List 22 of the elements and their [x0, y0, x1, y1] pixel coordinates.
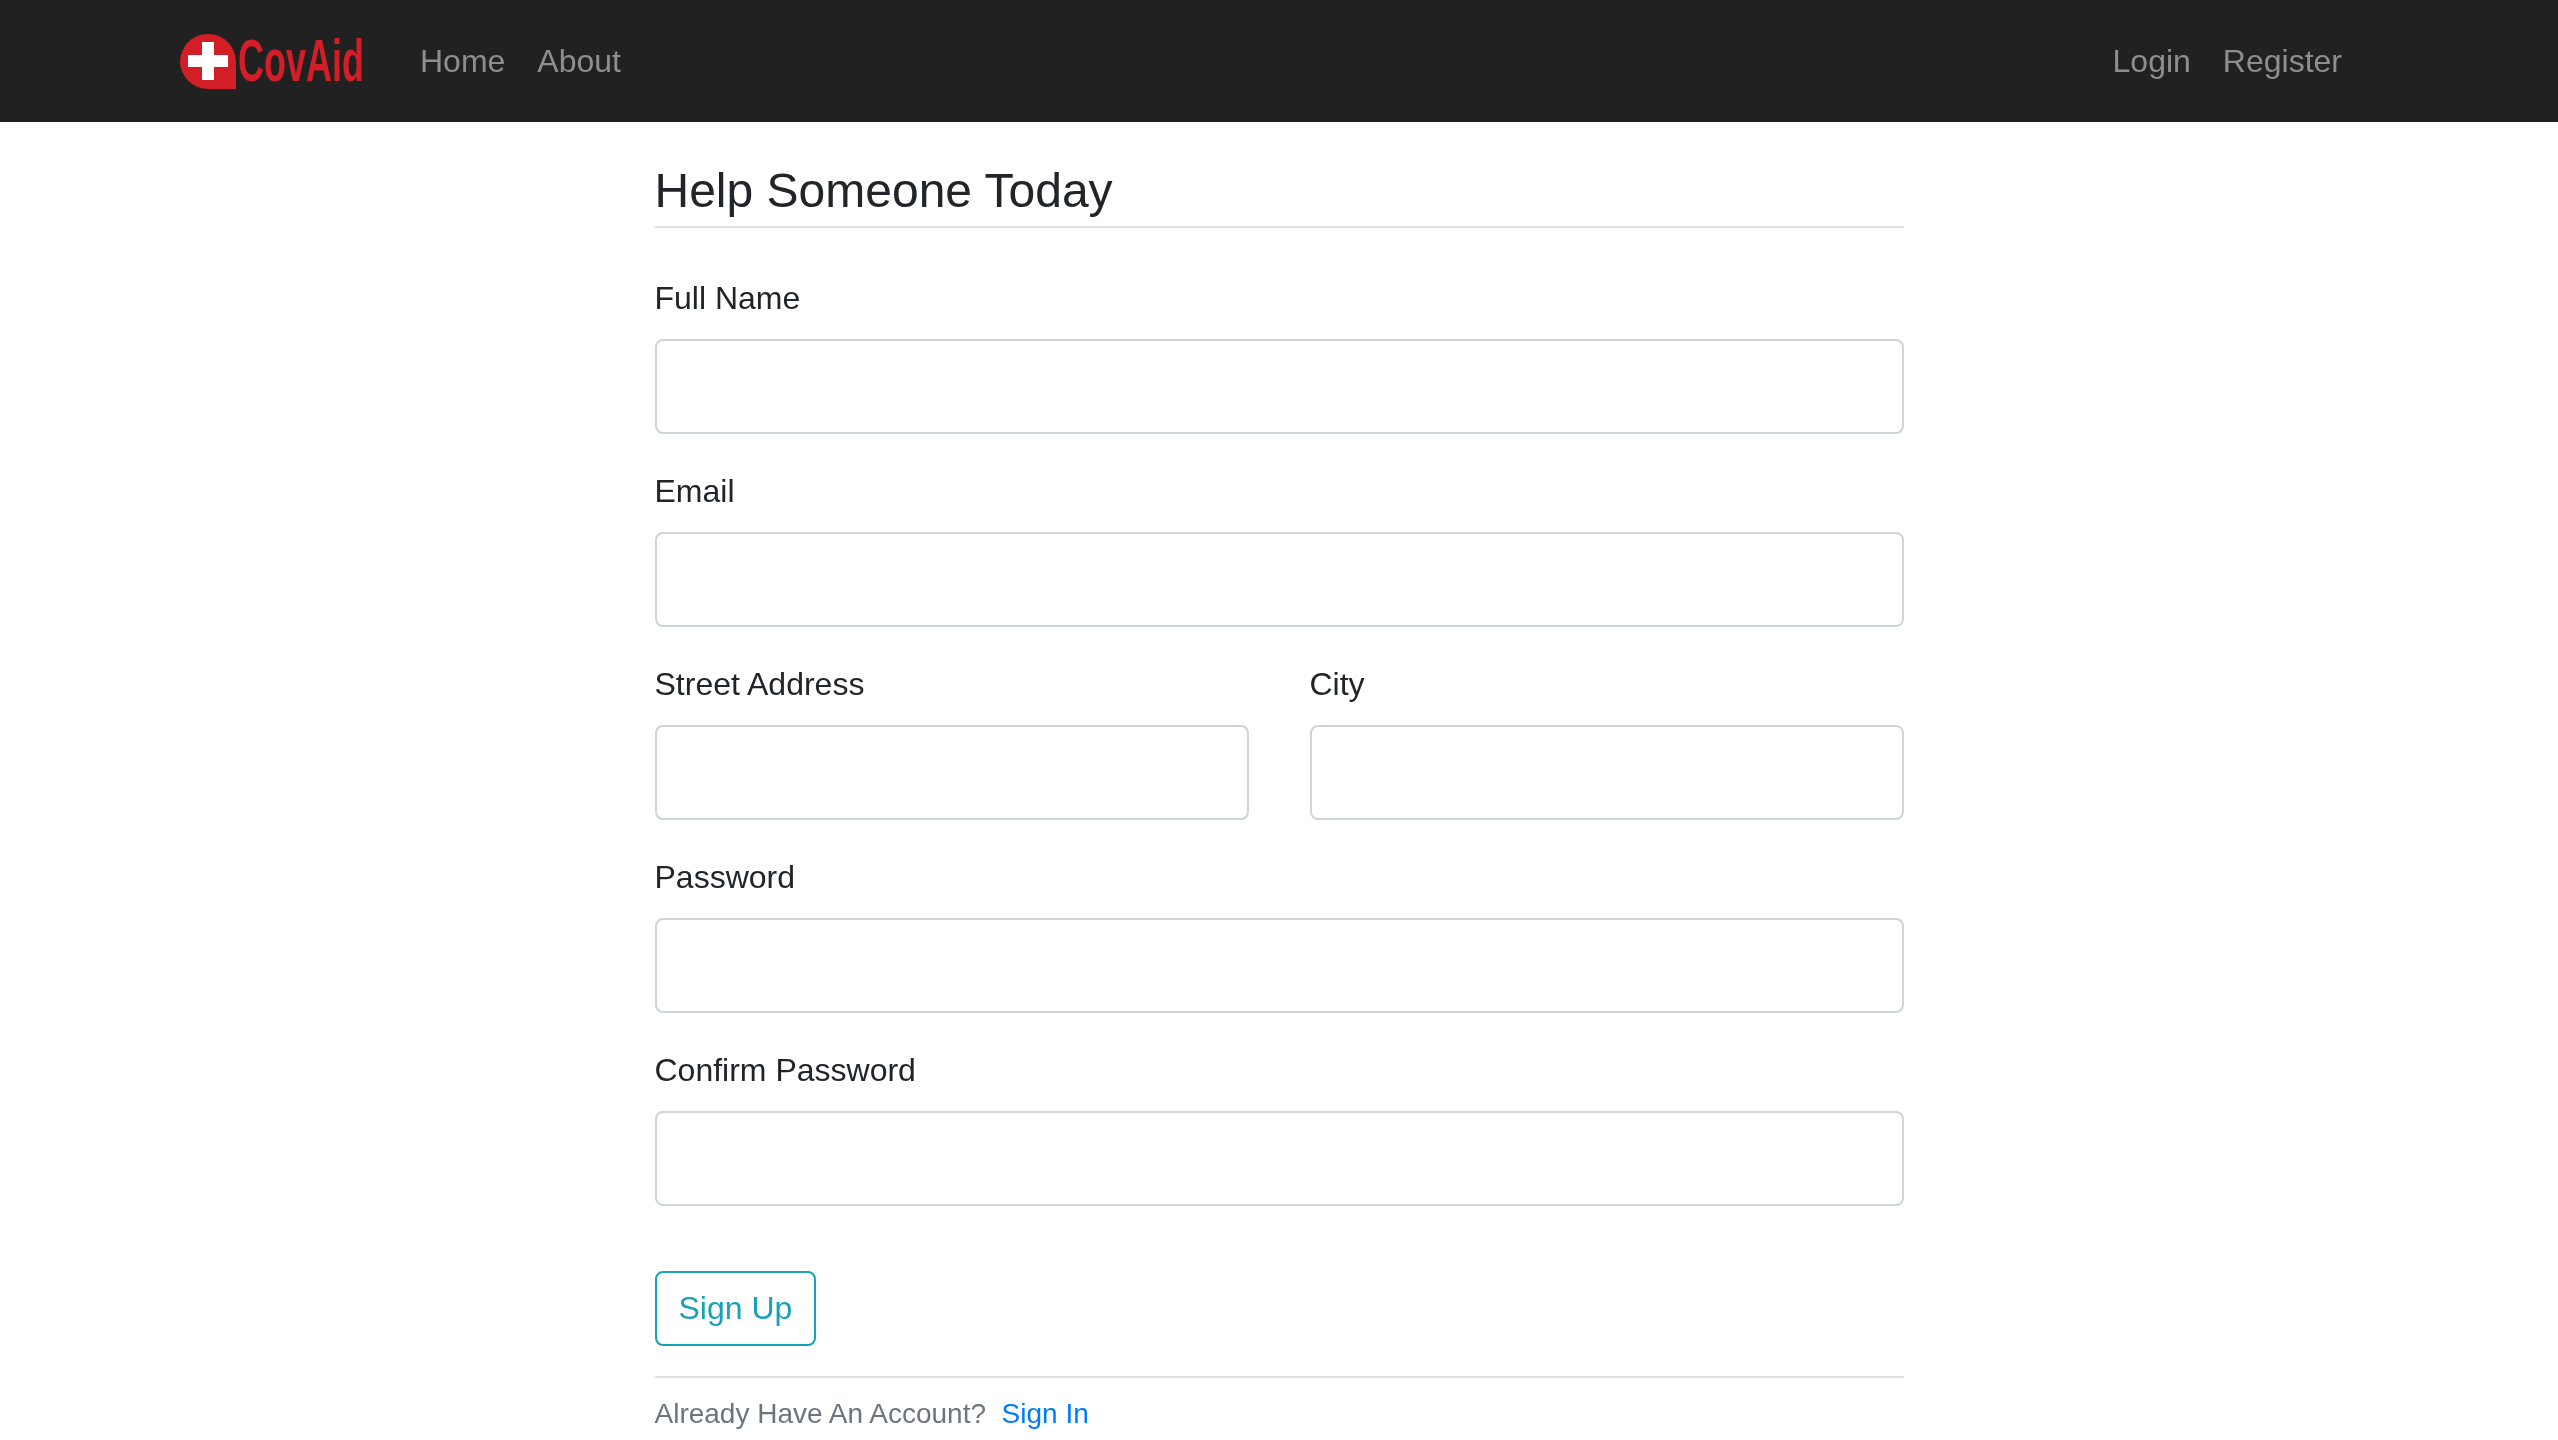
- input-field[interactable]: [654, 532, 1904, 627]
- cross-icon: [180, 33, 236, 89]
- field-label: Street Address: [654, 665, 865, 704]
- nav-link[interactable]: Login: [2096, 34, 2207, 88]
- sign-in-link[interactable]: Sign In: [1001, 1398, 1089, 1429]
- input-field[interactable]: [654, 339, 1904, 434]
- input-field[interactable]: [1309, 725, 1904, 820]
- sign-up-button[interactable]: Sign Up: [654, 1271, 817, 1346]
- field-label: Confirm Password: [654, 1051, 916, 1090]
- input-field[interactable]: [654, 725, 1249, 820]
- brand-link[interactable]: CovAid: [180, 31, 364, 91]
- nav-link[interactable]: Register: [2206, 34, 2358, 88]
- form-title: Help Someone Today: [654, 163, 1113, 219]
- field-label: Password: [654, 858, 795, 897]
- input-field[interactable]: [654, 1111, 1904, 1206]
- field-label: Email: [654, 472, 735, 511]
- input-field[interactable]: [654, 918, 1904, 1013]
- nav-link[interactable]: About: [521, 34, 637, 88]
- field-label: Full Name: [654, 279, 801, 318]
- nav-link[interactable]: Home: [404, 34, 522, 88]
- account-prompt: Already Have An Account? Sign In: [654, 1397, 1089, 1431]
- field-label: City: [1309, 665, 1365, 704]
